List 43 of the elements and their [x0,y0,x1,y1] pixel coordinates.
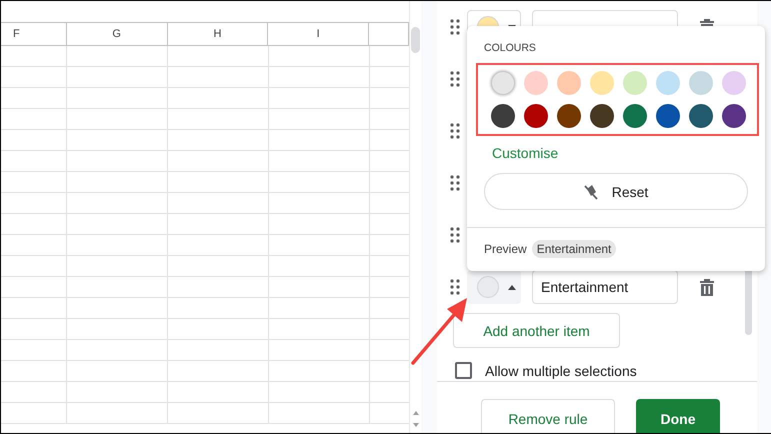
column-header[interactable]: G [66,23,168,45]
drag-handle-icon[interactable] [450,123,460,139]
menu-heading: COLOURS [484,42,537,54]
customise-link[interactable]: Customise [492,145,765,161]
colour-swatch[interactable] [656,71,680,95]
drag-handle-icon[interactable] [450,279,460,295]
trash-icon[interactable] [699,278,715,296]
scroll-up-icon[interactable] [412,410,420,416]
colour-swatch[interactable] [491,71,515,95]
reset-button[interactable]: Reset [484,173,748,210]
column-header[interactable]: H [168,23,268,45]
checkbox[interactable] [455,362,472,379]
checkbox-label: Allow multiple selections [485,362,637,378]
colour-swatch[interactable] [623,71,647,95]
column-header[interactable]: F [1,23,67,45]
colour-swatch[interactable] [491,104,515,128]
colour-swatch[interactable] [590,104,614,128]
caret-up-icon [508,284,516,290]
colour-swatch[interactable] [590,71,614,95]
colour-swatch[interactable] [557,104,581,128]
colour-swatch[interactable] [557,71,581,95]
colour-swatch[interactable] [623,104,647,128]
drag-handle-icon[interactable] [450,227,460,243]
colour-swatch[interactable] [524,71,548,95]
colour-swatch[interactable] [656,104,680,128]
preview-label: Preview [484,242,527,256]
add-item-button[interactable]: Add another item [453,313,620,348]
colour-swatch[interactable] [524,104,548,128]
drag-handle-icon[interactable] [450,71,460,87]
column-header[interactable]: I [268,23,369,45]
colour-swatch[interactable] [722,104,746,128]
colour-swatch[interactable] [722,71,746,95]
scroll-down-icon[interactable] [412,422,420,428]
remove-rule-button[interactable]: Remove rule [481,399,615,433]
colour-swatch[interactable] [689,71,713,95]
scrollbar-thumb[interactable] [411,27,420,53]
preview-chip: Entertainment [532,240,616,258]
done-button[interactable]: Done [636,399,720,433]
no-fill-icon [584,184,598,200]
colour-swatch[interactable] [689,104,713,128]
drag-handle-icon[interactable] [450,175,460,191]
item-field[interactable]: Entertainment [532,270,678,304]
drag-handle-icon[interactable] [450,19,460,35]
